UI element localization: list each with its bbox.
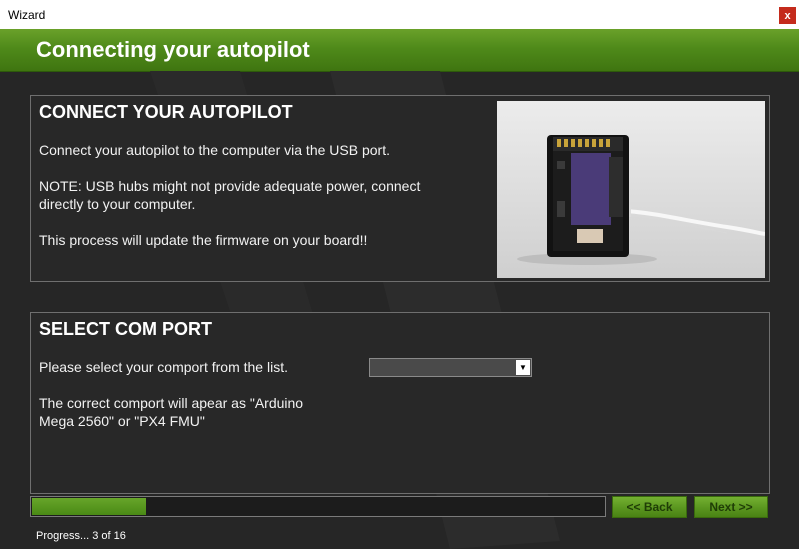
com-port-hint-line1: The correct comport will apear as "Ardui… <box>39 395 304 411</box>
window-title: Wizard <box>8 8 46 22</box>
autopilot-board-photo <box>497 101 765 278</box>
select-com-port-panel: SELECT COM PORT Please select your compo… <box>30 312 770 494</box>
next-button[interactable]: Next >> <box>694 496 768 518</box>
title-bar: Wizard x <box>0 0 799 29</box>
com-port-dropdown[interactable]: ▼ <box>369 358 532 377</box>
connect-instruction: Connect your autopilot to the computer v… <box>39 142 390 158</box>
chevron-down-icon[interactable]: ▼ <box>516 360 530 375</box>
connect-heading: CONNECT YOUR AUTOPILOT <box>39 102 293 122</box>
connect-autopilot-panel: CONNECT YOUR AUTOPILOT Connect your auto… <box>30 95 770 282</box>
com-port-heading: SELECT COM PORT <box>39 319 213 339</box>
progress-status-text: Progress... 3 of 16 <box>36 530 126 542</box>
com-port-hint-line2: Mega 2560" or "PX4 FMU" <box>39 413 205 429</box>
close-icon: x <box>784 9 791 22</box>
com-port-prompt: Please select your comport from the list… <box>39 359 288 375</box>
close-button[interactable]: x <box>779 7 796 24</box>
page-header: Connecting your autopilot <box>0 29 799 72</box>
firmware-warning: This process will update the firmware on… <box>39 232 368 248</box>
wizard-progress-bar <box>30 496 606 517</box>
page-title: Connecting your autopilot <box>36 37 310 62</box>
usb-note-line1: NOTE: USB hubs might not provide adequat… <box>39 178 421 194</box>
usb-note-line2: directly to your computer. <box>39 196 196 212</box>
progress-fill <box>32 498 146 515</box>
back-button[interactable]: << Back <box>612 496 687 518</box>
